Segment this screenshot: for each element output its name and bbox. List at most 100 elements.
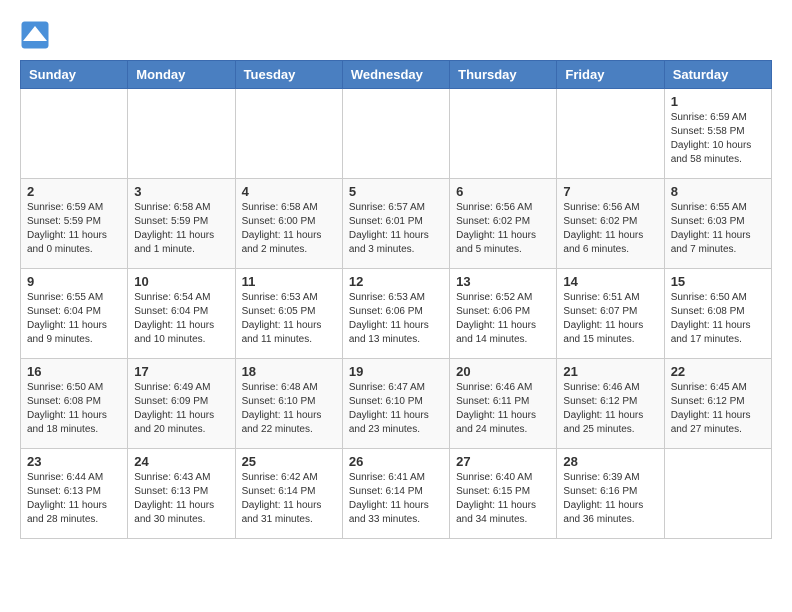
day-info: Sunrise: 6:56 AM Sunset: 6:02 PM Dayligh…	[456, 201, 550, 257]
page-header	[20, 20, 772, 50]
day-info: Sunrise: 6:53 AM Sunset: 6:06 PM Dayligh…	[349, 291, 443, 347]
day-number: 12	[349, 274, 443, 289]
weekday-header: Tuesday	[235, 61, 342, 89]
calendar-cell	[557, 89, 664, 179]
calendar-cell: 23 Sunrise: 6:44 AM Sunset: 6:13 PM Dayli…	[21, 449, 128, 539]
day-info: Sunrise: 6:57 AM Sunset: 6:01 PM Dayligh…	[349, 201, 443, 257]
calendar-cell: 17 Sunrise: 6:49 AM Sunset: 6:09 PM Dayli…	[128, 359, 235, 449]
day-info: Sunrise: 6:48 AM Sunset: 6:10 PM Dayligh…	[242, 381, 336, 437]
day-info: Sunrise: 6:46 AM Sunset: 6:12 PM Dayligh…	[563, 381, 657, 437]
day-number: 20	[456, 364, 550, 379]
day-info: Sunrise: 6:49 AM Sunset: 6:09 PM Dayligh…	[134, 381, 228, 437]
calendar-cell: 27 Sunrise: 6:40 AM Sunset: 6:15 PM Dayli…	[450, 449, 557, 539]
day-info: Sunrise: 6:51 AM Sunset: 6:07 PM Dayligh…	[563, 291, 657, 347]
day-number: 7	[563, 184, 657, 199]
calendar-cell: 19 Sunrise: 6:47 AM Sunset: 6:10 PM Dayli…	[342, 359, 449, 449]
calendar-cell: 5Sunrise: 6:57 AM Sunset: 6:01 PM Daylig…	[342, 179, 449, 269]
day-info: Sunrise: 6:41 AM Sunset: 6:14 PM Dayligh…	[349, 471, 443, 527]
day-number: 6	[456, 184, 550, 199]
calendar-cell: 22 Sunrise: 6:45 AM Sunset: 6:12 PM Dayli…	[664, 359, 771, 449]
calendar-cell: 3 Sunrise: 6:58 AM Sunset: 5:59 PM Daylig…	[128, 179, 235, 269]
day-info: Sunrise: 6:58 AM Sunset: 5:59 PM Dayligh…	[134, 201, 228, 257]
calendar-cell	[664, 449, 771, 539]
day-number: 2	[27, 184, 121, 199]
calendar-cell: 11 Sunrise: 6:53 AM Sunset: 6:05 PM Dayli…	[235, 269, 342, 359]
day-info: Sunrise: 6:45 AM Sunset: 6:12 PM Dayligh…	[671, 381, 765, 437]
calendar-cell: 14 Sunrise: 6:51 AM Sunset: 6:07 PM Dayli…	[557, 269, 664, 359]
day-info: Sunrise: 6:55 AM Sunset: 6:04 PM Dayligh…	[27, 291, 121, 347]
day-info: Sunrise: 6:43 AM Sunset: 6:13 PM Dayligh…	[134, 471, 228, 527]
day-info: Sunrise: 6:59 AM Sunset: 5:58 PM Dayligh…	[671, 111, 765, 167]
day-info: Sunrise: 6:47 AM Sunset: 6:10 PM Dayligh…	[349, 381, 443, 437]
day-number: 19	[349, 364, 443, 379]
day-number: 17	[134, 364, 228, 379]
day-number: 24	[134, 454, 228, 469]
day-info: Sunrise: 6:39 AM Sunset: 6:16 PM Dayligh…	[563, 471, 657, 527]
calendar-cell	[21, 89, 128, 179]
calendar-cell	[128, 89, 235, 179]
day-info: Sunrise: 6:50 AM Sunset: 6:08 PM Dayligh…	[27, 381, 121, 437]
day-info: Sunrise: 6:52 AM Sunset: 6:06 PM Dayligh…	[456, 291, 550, 347]
calendar-cell: 12 Sunrise: 6:53 AM Sunset: 6:06 PM Dayli…	[342, 269, 449, 359]
day-number: 11	[242, 274, 336, 289]
calendar-cell: 1Sunrise: 6:59 AM Sunset: 5:58 PM Daylig…	[664, 89, 771, 179]
weekday-header: Thursday	[450, 61, 557, 89]
day-number: 3	[134, 184, 228, 199]
calendar-cell: 25Sunrise: 6:42 AM Sunset: 6:14 PM Dayli…	[235, 449, 342, 539]
calendar-table: SundayMondayTuesdayWednesdayThursdayFrid…	[20, 60, 772, 539]
day-info: Sunrise: 6:46 AM Sunset: 6:11 PM Dayligh…	[456, 381, 550, 437]
day-number: 27	[456, 454, 550, 469]
weekday-header: Friday	[557, 61, 664, 89]
calendar-week-row: 2 Sunrise: 6:59 AM Sunset: 5:59 PM Daylig…	[21, 179, 772, 269]
weekday-header: Sunday	[21, 61, 128, 89]
day-info: Sunrise: 6:50 AM Sunset: 6:08 PM Dayligh…	[671, 291, 765, 347]
calendar-cell: 18 Sunrise: 6:48 AM Sunset: 6:10 PM Dayli…	[235, 359, 342, 449]
calendar-week-row: 1Sunrise: 6:59 AM Sunset: 5:58 PM Daylig…	[21, 89, 772, 179]
day-number: 13	[456, 274, 550, 289]
weekday-header: Wednesday	[342, 61, 449, 89]
day-number: 16	[27, 364, 121, 379]
day-number: 8	[671, 184, 765, 199]
calendar-cell: 28 Sunrise: 6:39 AM Sunset: 6:16 PM Dayli…	[557, 449, 664, 539]
calendar-cell: 10 Sunrise: 6:54 AM Sunset: 6:04 PM Dayli…	[128, 269, 235, 359]
weekday-header: Monday	[128, 61, 235, 89]
day-info: Sunrise: 6:58 AM Sunset: 6:00 PM Dayligh…	[242, 201, 336, 257]
calendar-cell: 24 Sunrise: 6:43 AM Sunset: 6:13 PM Dayli…	[128, 449, 235, 539]
day-number: 23	[27, 454, 121, 469]
day-info: Sunrise: 6:40 AM Sunset: 6:15 PM Dayligh…	[456, 471, 550, 527]
calendar-cell: 4 Sunrise: 6:58 AM Sunset: 6:00 PM Daylig…	[235, 179, 342, 269]
calendar-cell: 8 Sunrise: 6:55 AM Sunset: 6:03 PM Daylig…	[664, 179, 771, 269]
day-number: 26	[349, 454, 443, 469]
calendar-week-row: 9 Sunrise: 6:55 AM Sunset: 6:04 PM Daylig…	[21, 269, 772, 359]
day-number: 14	[563, 274, 657, 289]
calendar-cell	[235, 89, 342, 179]
calendar-cell: 2 Sunrise: 6:59 AM Sunset: 5:59 PM Daylig…	[21, 179, 128, 269]
day-number: 18	[242, 364, 336, 379]
day-number: 28	[563, 454, 657, 469]
calendar-week-row: 16 Sunrise: 6:50 AM Sunset: 6:08 PM Dayli…	[21, 359, 772, 449]
calendar-cell: 20 Sunrise: 6:46 AM Sunset: 6:11 PM Dayli…	[450, 359, 557, 449]
day-info: Sunrise: 6:55 AM Sunset: 6:03 PM Dayligh…	[671, 201, 765, 257]
day-info: Sunrise: 6:54 AM Sunset: 6:04 PM Dayligh…	[134, 291, 228, 347]
day-number: 25	[242, 454, 336, 469]
day-info: Sunrise: 6:44 AM Sunset: 6:13 PM Dayligh…	[27, 471, 121, 527]
day-number: 10	[134, 274, 228, 289]
logo	[20, 20, 54, 50]
day-number: 21	[563, 364, 657, 379]
day-number: 4	[242, 184, 336, 199]
calendar-cell	[450, 89, 557, 179]
calendar-week-row: 23 Sunrise: 6:44 AM Sunset: 6:13 PM Dayli…	[21, 449, 772, 539]
day-number: 9	[27, 274, 121, 289]
logo-icon	[20, 20, 50, 50]
day-info: Sunrise: 6:53 AM Sunset: 6:05 PM Dayligh…	[242, 291, 336, 347]
calendar-cell	[342, 89, 449, 179]
calendar-cell: 9 Sunrise: 6:55 AM Sunset: 6:04 PM Daylig…	[21, 269, 128, 359]
calendar-cell: 21 Sunrise: 6:46 AM Sunset: 6:12 PM Dayli…	[557, 359, 664, 449]
calendar-cell: 13 Sunrise: 6:52 AM Sunset: 6:06 PM Dayli…	[450, 269, 557, 359]
day-info: Sunrise: 6:59 AM Sunset: 5:59 PM Dayligh…	[27, 201, 121, 257]
day-number: 22	[671, 364, 765, 379]
day-number: 15	[671, 274, 765, 289]
calendar-cell: 26 Sunrise: 6:41 AM Sunset: 6:14 PM Dayli…	[342, 449, 449, 539]
calendar-cell: 15 Sunrise: 6:50 AM Sunset: 6:08 PM Dayli…	[664, 269, 771, 359]
calendar-cell: 7Sunrise: 6:56 AM Sunset: 6:02 PM Daylig…	[557, 179, 664, 269]
